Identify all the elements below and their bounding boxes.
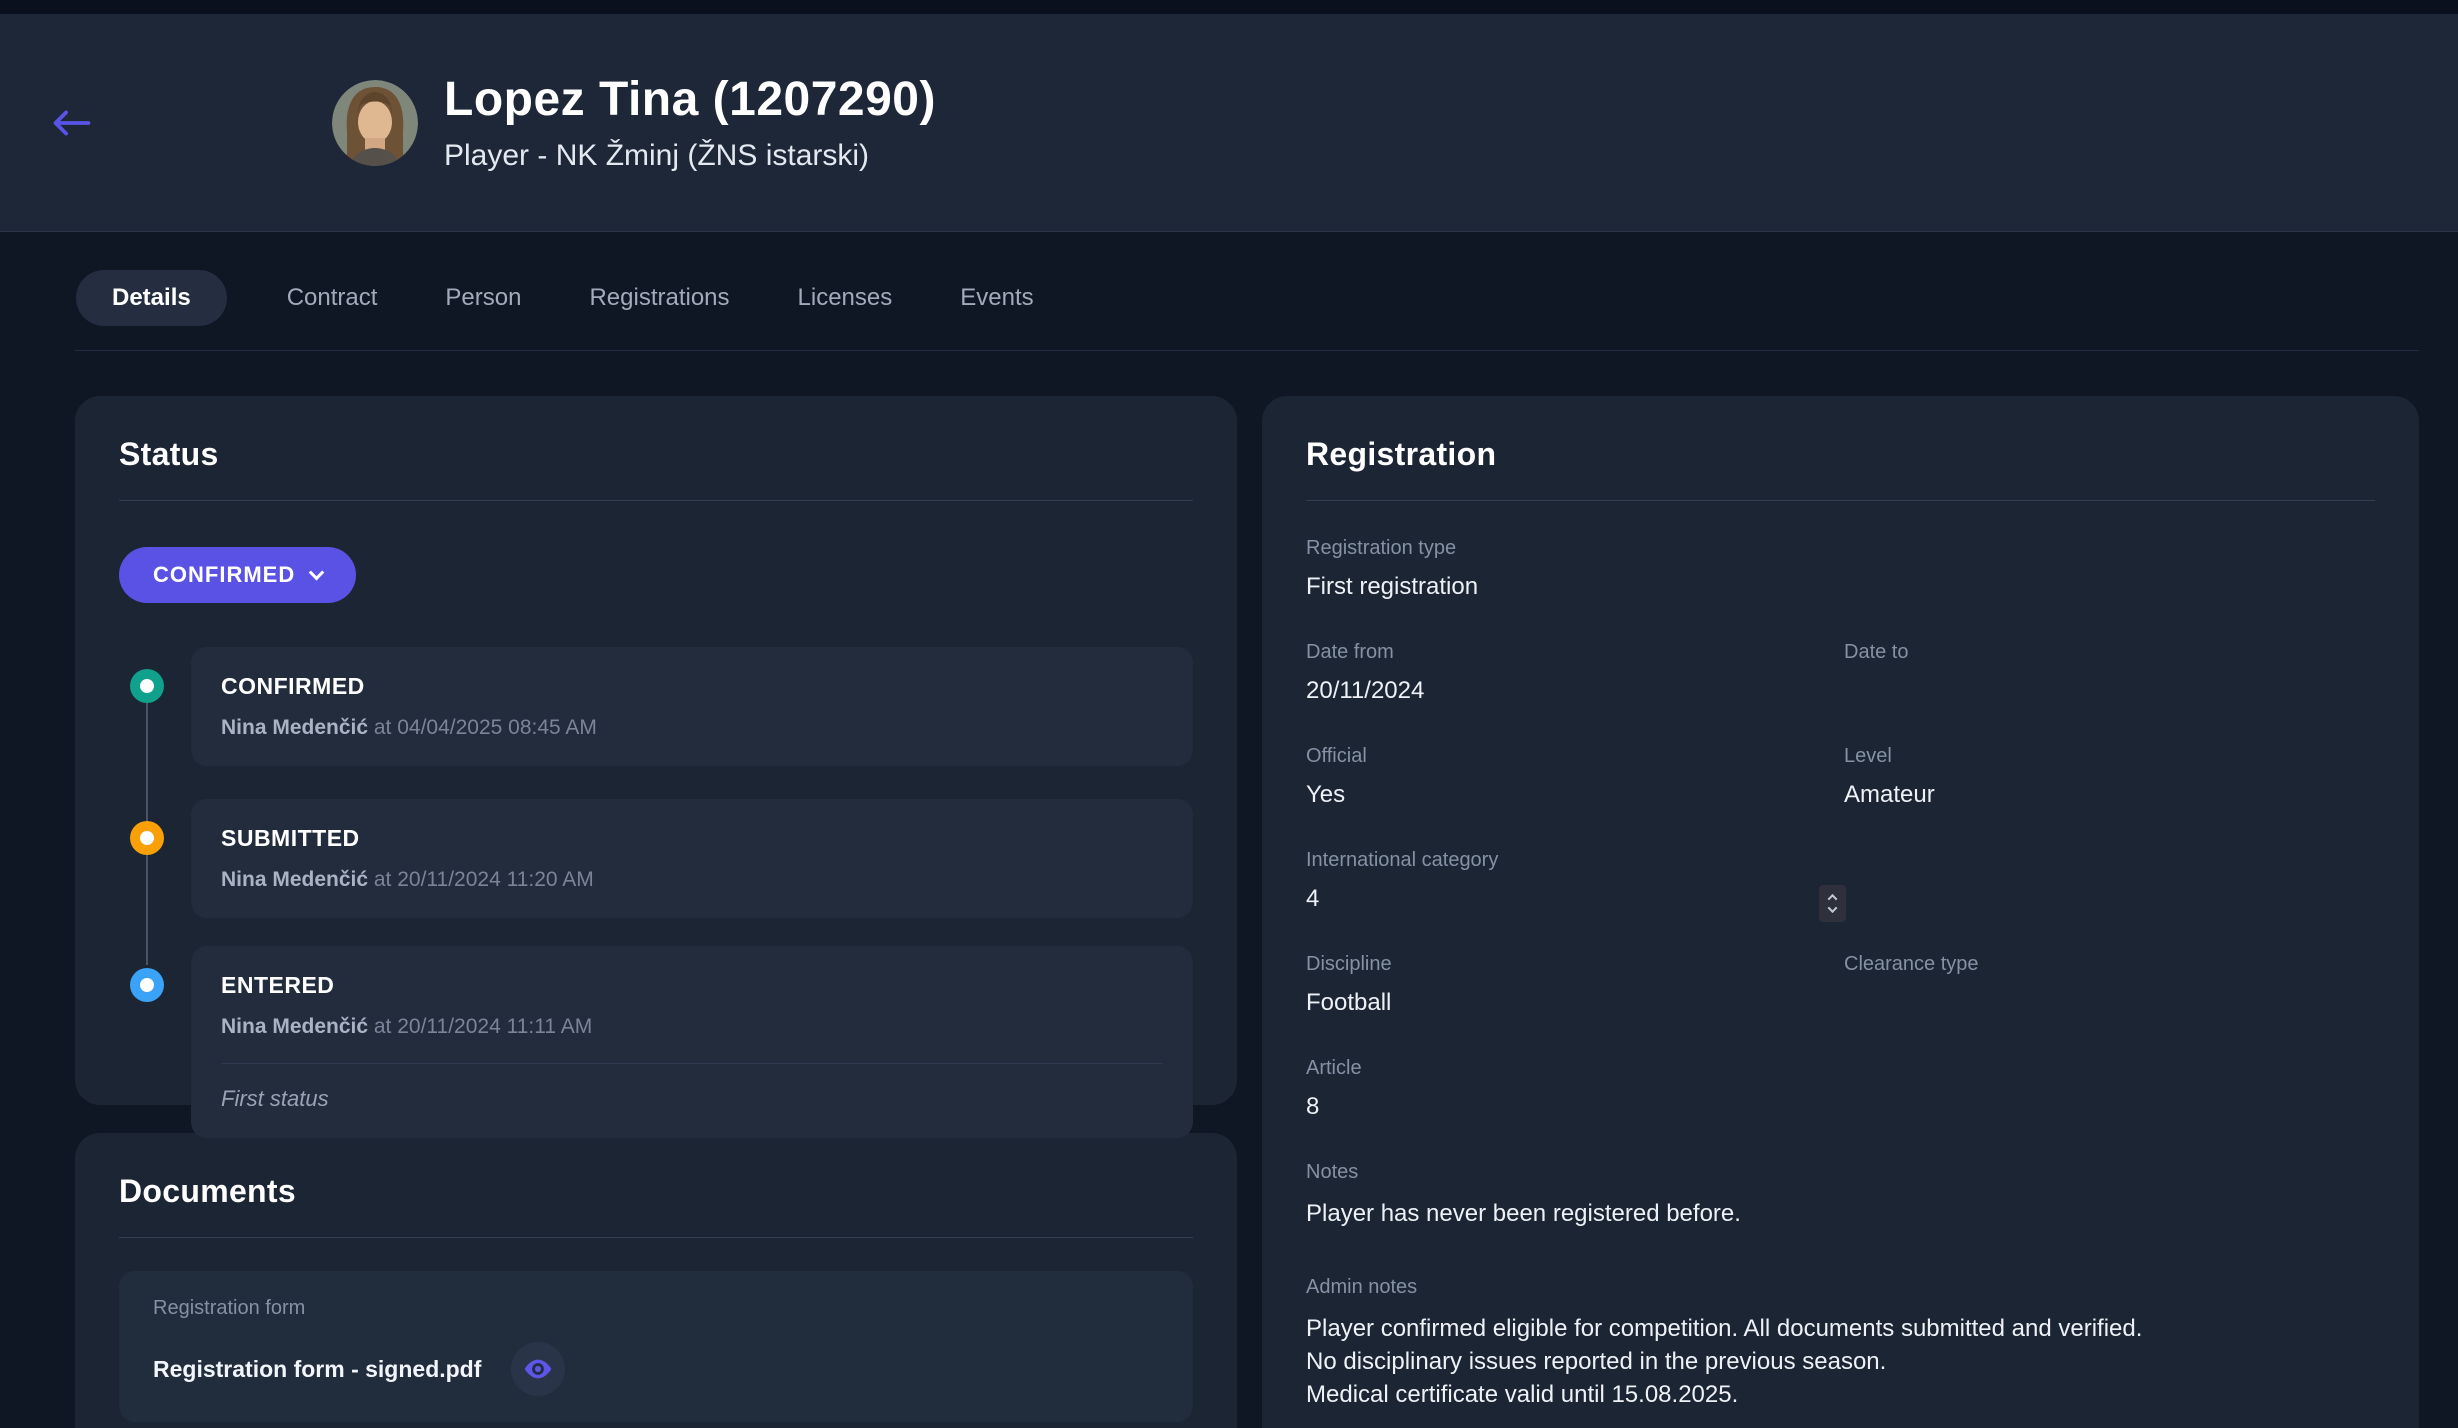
- field-value: Amateur: [1844, 781, 2375, 813]
- field-notes: Notes Player has never been registered b…: [1306, 1161, 2375, 1230]
- documents-card: Documents Registration form Registration…: [75, 1133, 1237, 1428]
- field-value: [1844, 677, 2375, 709]
- chevron-down-icon: [1828, 903, 1838, 913]
- timeline-entry-user: Nina Medenčić: [221, 868, 368, 891]
- field-official: Official Yes: [1306, 745, 1844, 813]
- field-label: Official: [1306, 745, 1844, 768]
- tab-bar: Details Contract Person Registrations Li…: [76, 270, 2458, 326]
- field-label: Registration type: [1306, 537, 2375, 560]
- page-title: Lopez Tina (1207290): [444, 72, 936, 127]
- page-subtitle: Player - NK Žminj (ŽNS istarski): [444, 139, 936, 173]
- document-item-registration-form: Registration form Registration form - si…: [119, 1271, 1193, 1422]
- timeline-entry-user: Nina Medenčić: [221, 1015, 368, 1038]
- divider: [119, 1237, 1193, 1238]
- tab-licenses[interactable]: Licenses: [790, 270, 901, 326]
- timeline-entry: ENTERED Nina Medenčić at 20/11/2024 11:1…: [191, 946, 1193, 1138]
- field-label: Admin notes: [1306, 1276, 2375, 1299]
- timeline-entry-title: SUBMITTED: [221, 825, 1163, 852]
- timeline-entry-datetime: at 20/11/2024 11:11 AM: [368, 1015, 592, 1038]
- divider: [221, 1063, 1163, 1064]
- timeline-item-confirmed: CONFIRMED Nina Medenčić at 04/04/2025 08…: [119, 647, 1193, 766]
- timeline-entry-datetime: at 20/11/2024 11:20 AM: [368, 868, 594, 891]
- chevron-down-icon: [309, 564, 325, 580]
- field-value: 8: [1306, 1093, 2375, 1125]
- field-value: Football: [1306, 989, 1844, 1021]
- eye-icon: [522, 1353, 554, 1385]
- status-dropdown-label: CONFIRMED: [153, 562, 295, 588]
- field-label: International category: [1306, 849, 1844, 872]
- field-date-from: Date from 20/11/2024: [1306, 641, 1844, 709]
- status-dot-confirmed: [130, 669, 164, 703]
- status-dot-entered: [130, 968, 164, 1002]
- field-article: Article 8: [1306, 1057, 2375, 1125]
- field-discipline: Discipline Football: [1306, 953, 1844, 1021]
- avatar: [332, 80, 418, 166]
- divider: [119, 500, 1193, 501]
- tab-events[interactable]: Events: [952, 270, 1041, 326]
- left-arrow-icon: [52, 108, 92, 138]
- timeline-entry-meta: Nina Medenčić at 20/11/2024 11:20 AM: [221, 868, 1163, 892]
- tab-details[interactable]: Details: [76, 270, 227, 326]
- tabs-divider: [75, 350, 2419, 351]
- field-value: Player has never been registered before.: [1306, 1197, 2375, 1230]
- field-label: Discipline: [1306, 953, 1844, 976]
- documents-card-title: Documents: [119, 1173, 1193, 1210]
- field-registration-type: Registration type First registration: [1306, 537, 2375, 605]
- field-value: Yes: [1306, 781, 1844, 813]
- main-content: Details Contract Person Registrations Li…: [0, 232, 2458, 1428]
- tab-person[interactable]: Person: [437, 270, 529, 326]
- field-value: First registration: [1306, 573, 2375, 605]
- status-card: Status CONFIRMED CONFIRMED Nina Medenčić…: [75, 396, 1237, 1105]
- top-strip: [0, 0, 2458, 14]
- back-button[interactable]: [44, 95, 100, 151]
- divider: [1306, 500, 2375, 501]
- status-timeline: CONFIRMED Nina Medenčić at 04/04/2025 08…: [119, 647, 1193, 1138]
- status-dot-submitted: [130, 821, 164, 855]
- timeline-entry: CONFIRMED Nina Medenčić at 04/04/2025 08…: [191, 647, 1193, 766]
- status-card-title: Status: [119, 436, 1193, 473]
- field-date-to: Date to: [1844, 641, 2375, 709]
- registration-card: Registration Registration type First reg…: [1262, 396, 2419, 1428]
- avatar-photo: [332, 80, 418, 166]
- field-label: Article: [1306, 1057, 2375, 1080]
- timeline-entry-title: CONFIRMED: [221, 673, 1163, 700]
- field-label: Date to: [1844, 641, 2375, 664]
- timeline-entry-meta: Nina Medenčić at 20/11/2024 11:11 AM: [221, 1015, 1163, 1039]
- field-value: [1844, 989, 2375, 1021]
- timeline-entry-meta: Nina Medenčić at 04/04/2025 08:45 AM: [221, 716, 1163, 740]
- registration-card-title: Registration: [1306, 436, 2375, 473]
- timeline-entry: SUBMITTED Nina Medenčić at 20/11/2024 11…: [191, 799, 1193, 918]
- field-value: 4: [1306, 885, 1844, 917]
- timeline-entry-title: ENTERED: [221, 972, 1163, 999]
- field-label: Date from: [1306, 641, 1844, 664]
- field-clearance-type: Clearance type: [1844, 953, 2375, 1021]
- timeline-item-entered: ENTERED Nina Medenčić at 20/11/2024 11:1…: [119, 946, 1193, 1138]
- status-dropdown-button[interactable]: CONFIRMED: [119, 547, 356, 603]
- timeline-item-submitted: SUBMITTED Nina Medenčić at 20/11/2024 11…: [119, 799, 1193, 918]
- timeline-entry-datetime: at 04/04/2025 08:45 AM: [368, 716, 597, 739]
- number-stepper[interactable]: [1819, 885, 1846, 922]
- timeline-entry-user: Nina Medenčić: [221, 716, 368, 739]
- tab-contract[interactable]: Contract: [279, 270, 386, 326]
- timeline-entry-note: First status: [221, 1086, 1163, 1112]
- view-document-button[interactable]: [511, 1342, 565, 1396]
- field-level: Level Amateur: [1844, 745, 2375, 813]
- field-value: Player confirmed eligible for competitio…: [1306, 1312, 2375, 1411]
- field-international-category: International category 4: [1306, 849, 1844, 917]
- page-header: Lopez Tina (1207290) Player - NK Žminj (…: [0, 14, 2458, 232]
- field-label: Notes: [1306, 1161, 2375, 1184]
- field-label: Level: [1844, 745, 2375, 768]
- tab-registrations[interactable]: Registrations: [581, 270, 737, 326]
- field-value: 20/11/2024: [1306, 677, 1844, 709]
- document-filename: Registration form - signed.pdf: [153, 1356, 481, 1383]
- field-label: Clearance type: [1844, 953, 2375, 976]
- field-admin-notes: Admin notes Player confirmed eligible fo…: [1306, 1276, 2375, 1411]
- field-empty: [1844, 849, 2375, 917]
- document-label: Registration form: [153, 1297, 1159, 1320]
